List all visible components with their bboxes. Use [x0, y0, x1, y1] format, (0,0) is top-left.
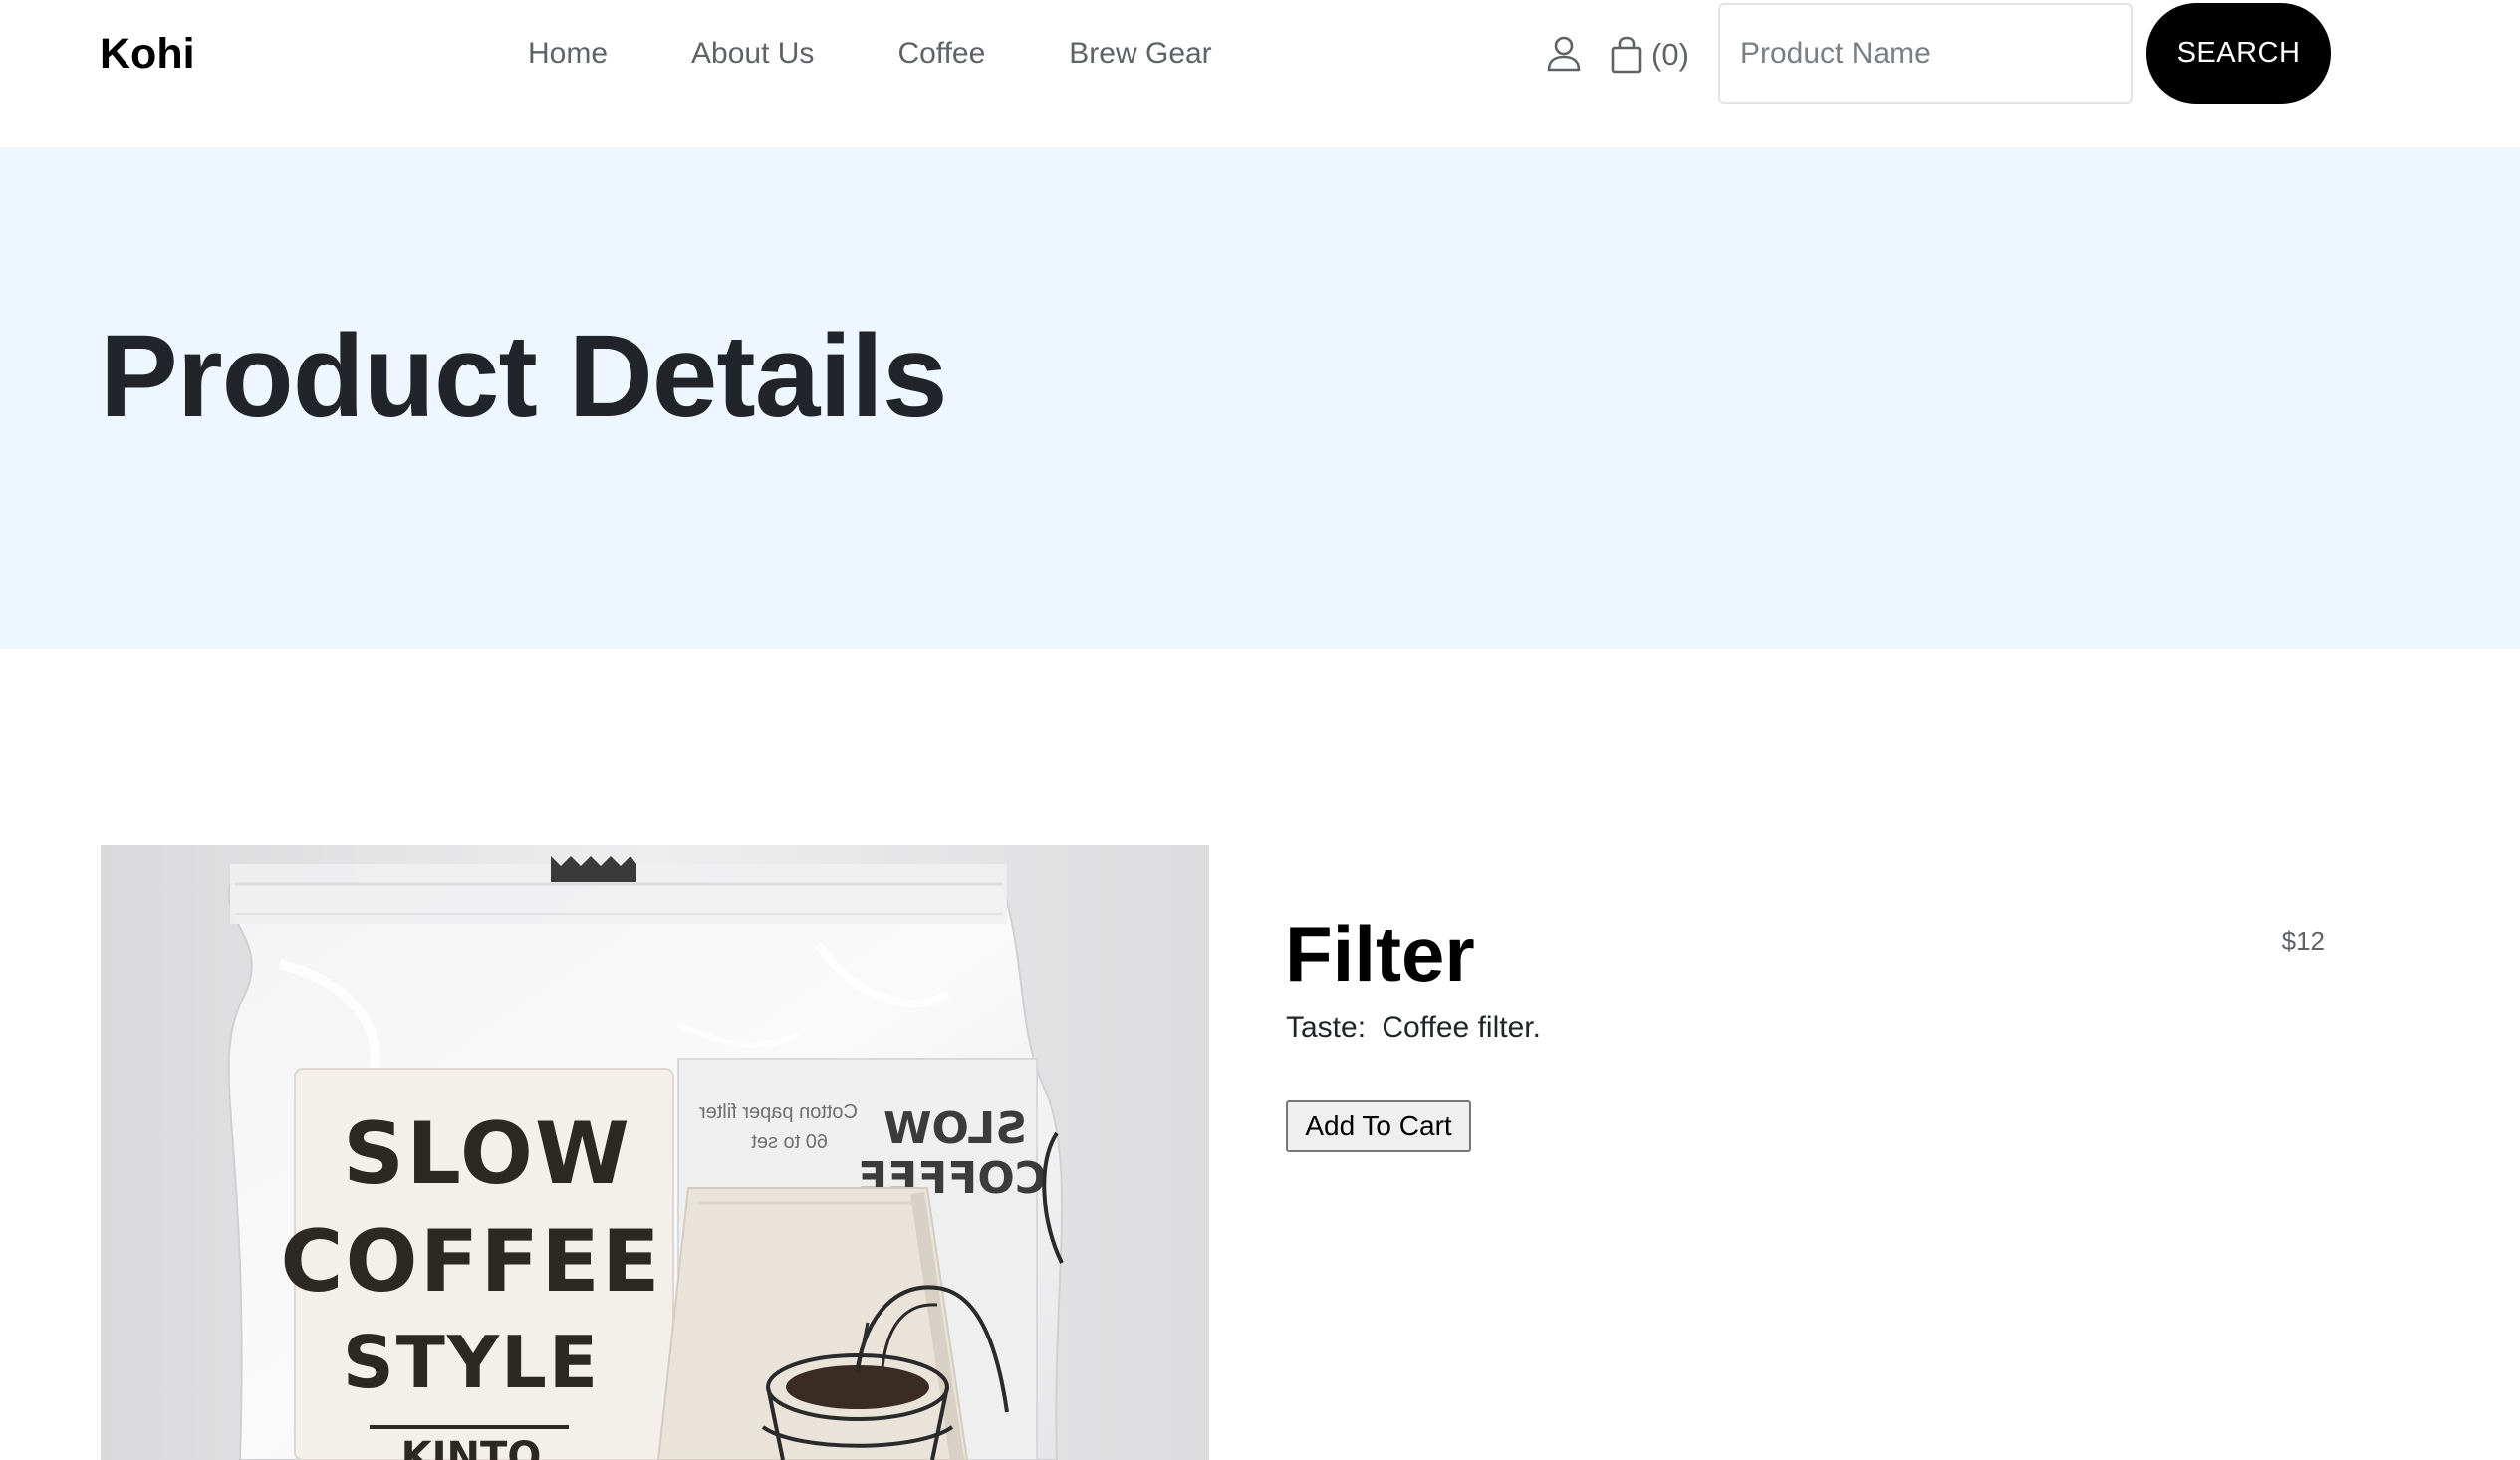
nav-brew-gear[interactable]: Brew Gear	[1069, 30, 1211, 80]
page-title: Product Details	[100, 311, 948, 442]
description-label: Taste:	[1286, 1011, 1367, 1044]
nav-home[interactable]: Home	[528, 30, 608, 80]
nav-about-us[interactable]: About Us	[691, 30, 814, 80]
description-value: Coffee filter.	[1382, 1011, 1541, 1044]
bag-back-text-1: Cotton paper filter	[699, 1101, 858, 1123]
search-button[interactable]: SEARCH	[2146, 3, 2331, 104]
bag-front-text-2: COFFEE	[280, 1212, 661, 1312]
shopping-bag-icon	[1610, 35, 1643, 75]
product-price: $12	[2281, 926, 2325, 956]
bag-side-text-1: SLOW	[883, 1103, 1027, 1154]
main-nav: Home About Us Coffee Brew Gear	[528, 30, 1212, 80]
product-description: Taste: Coffee filter.	[1286, 1008, 1541, 1048]
bag-front-text-4: KINTO	[401, 1434, 542, 1460]
product-name: Filter	[1285, 910, 1475, 998]
bag-back-text-2: 60 to set	[751, 1131, 828, 1153]
cart-count: (0)	[1651, 37, 1689, 72]
add-to-cart-button[interactable]: Add To Cart	[1286, 1100, 1471, 1152]
cart-link[interactable]: (0)	[1610, 30, 1689, 80]
brand-logo[interactable]: Kohi	[100, 28, 195, 80]
page-banner: Product Details	[0, 147, 2520, 649]
search-input[interactable]	[1718, 3, 2133, 104]
product-image: Cotton paper filter 60 to set SLOW COFFE…	[101, 845, 1209, 1460]
site-header: Kohi Home About Us Coffee Brew Gear (0) …	[0, 0, 2520, 147]
bag-front-text-3: STYLE	[343, 1321, 600, 1404]
bag-front-text-1: SLOW	[343, 1104, 631, 1204]
nav-coffee[interactable]: Coffee	[897, 30, 985, 80]
user-icon[interactable]	[1544, 34, 1584, 74]
